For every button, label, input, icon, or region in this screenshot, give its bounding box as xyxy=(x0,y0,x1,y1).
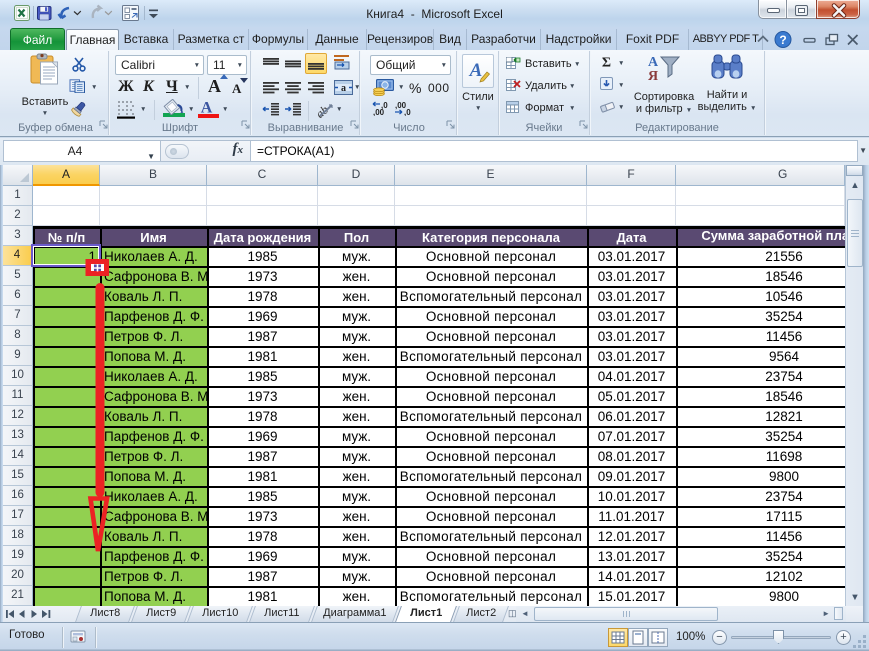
svg-text:ab: ab xyxy=(316,102,331,118)
svg-text:А: А xyxy=(201,100,213,113)
svg-text:Я: Я xyxy=(648,69,658,83)
svg-text:?: ? xyxy=(779,33,786,47)
svg-text:A: A xyxy=(469,60,483,81)
svg-text:,00: ,00 xyxy=(373,108,385,116)
svg-text:,0: ,0 xyxy=(404,108,411,116)
svg-text:a: a xyxy=(341,83,346,94)
svg-text:Σ: Σ xyxy=(602,56,611,69)
svg-text:А: А xyxy=(648,55,659,70)
